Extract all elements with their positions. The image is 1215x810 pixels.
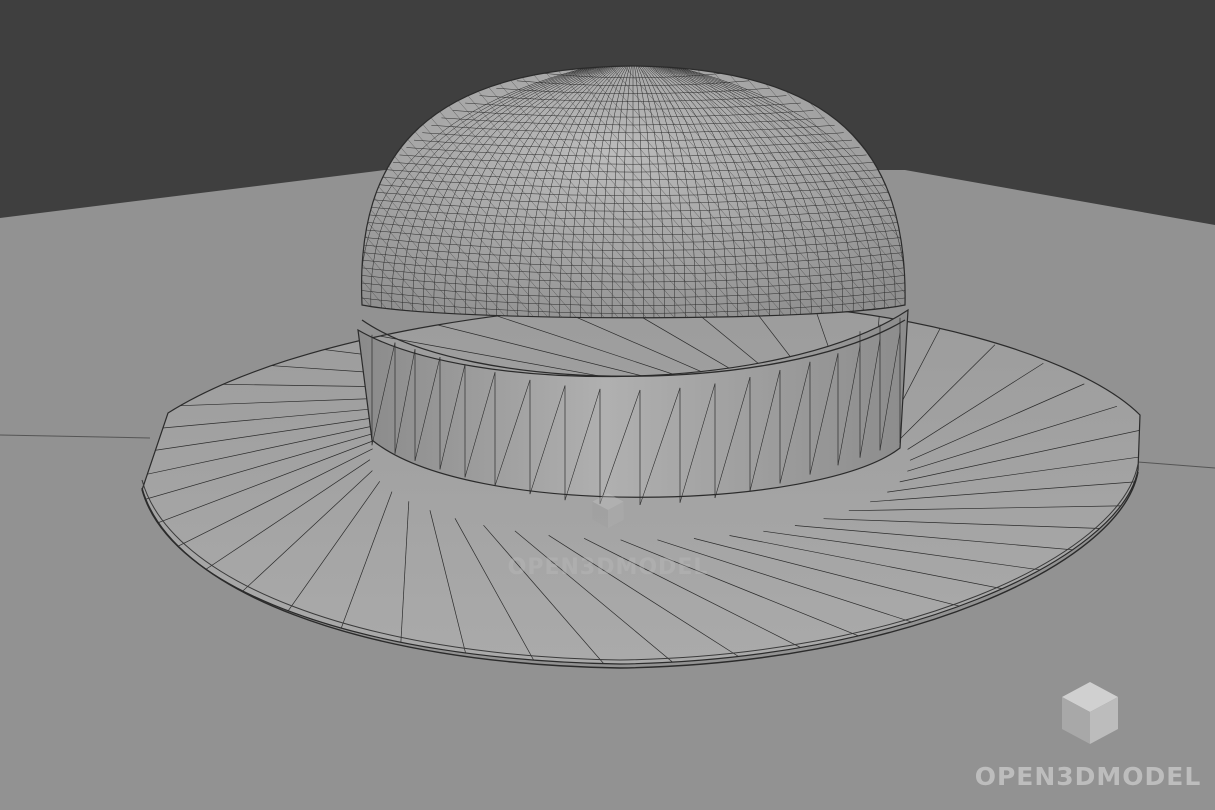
center-watermark-text: OPEN3DMODEL xyxy=(508,555,709,580)
viewport-3d-scene: OPEN3DMODEL OPEN3DMODEL xyxy=(0,0,1215,810)
corner-watermark-text: OPEN3DMODEL xyxy=(975,762,1202,791)
